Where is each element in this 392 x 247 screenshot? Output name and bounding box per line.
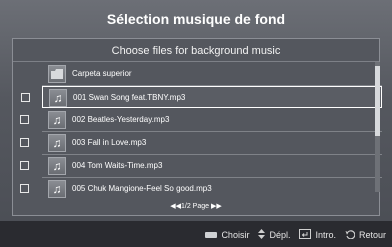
file-checkbox[interactable] — [21, 93, 30, 102]
list-item-file[interactable]: ♫ 005 Chuk Mangione-Feel So good.mp3 — [20, 178, 382, 200]
panel-subtitle: Choose files for background music — [111, 45, 281, 57]
music-note-icon: ♫ — [48, 180, 66, 198]
list-item-label: Carpeta superior — [72, 69, 132, 78]
help-legend: Choisir Dépl. Intro. Retour — [205, 229, 386, 241]
help-choose: Choisir — [205, 230, 249, 240]
list-item-file[interactable]: ♫ 003 Fall in Love.mp3 — [20, 132, 382, 155]
list-item-label: 003 Fall in Love.mp3 — [72, 138, 147, 147]
folder-icon — [48, 65, 66, 83]
file-checkbox[interactable] — [20, 161, 29, 170]
list-item-file[interactable]: ♫ 002 Beatles-Yesterday.mp3 — [20, 109, 382, 132]
music-note-icon: ♫ — [48, 134, 66, 152]
help-enter-label: Intro. — [315, 230, 336, 240]
help-move: Dépl. — [258, 229, 290, 241]
help-back-label: Retour — [358, 230, 386, 240]
list-item-label: 005 Chuk Mangione-Feel So good.mp3 — [72, 184, 212, 193]
music-note-icon: ♫ — [48, 111, 66, 129]
dialog-frame: Sélection musique de fond Choose files f… — [0, 0, 392, 247]
file-list-panel: Choose files for background music Carpet… — [12, 38, 382, 216]
return-arrow-icon — [345, 229, 356, 241]
enter-icon — [299, 229, 312, 241]
file-checkbox[interactable] — [20, 115, 29, 124]
dialog-title: Sélection musique de fond — [106, 11, 286, 27]
list-item-parent-folder[interactable]: Carpeta superior — [42, 63, 382, 86]
list-item-label: 002 Beatles-Yesterday.mp3 — [72, 115, 170, 124]
page-indicator[interactable]: ◀◀1/2 Page ▶▶ — [0, 200, 392, 214]
music-note-icon: ♫ — [48, 157, 66, 175]
help-choose-label: Choisir — [221, 230, 250, 240]
scrollbar-thumb[interactable] — [375, 66, 380, 136]
panel-divider — [13, 61, 379, 62]
up-down-arrows-icon — [258, 229, 266, 241]
list-scrollbar[interactable] — [375, 62, 380, 192]
color-button-icon — [205, 232, 218, 238]
help-enter: Intro. — [299, 229, 336, 241]
list-item-label: 004 Tom Waits-Time.mp3 — [72, 161, 163, 170]
list-item-file[interactable]: ♫ 001 Swan Song feat.TBNY.mp3 — [21, 86, 382, 108]
list-item-label: 001 Swan Song feat.TBNY.mp3 — [73, 93, 186, 102]
list-item-file[interactable]: ♫ 004 Tom Waits-Time.mp3 — [20, 155, 382, 178]
music-note-icon: ♫ — [49, 89, 67, 107]
file-checkbox[interactable] — [20, 138, 29, 147]
help-back: Retour — [345, 229, 386, 241]
file-checkbox[interactable] — [20, 184, 29, 193]
help-move-label: Dépl. — [269, 230, 291, 240]
